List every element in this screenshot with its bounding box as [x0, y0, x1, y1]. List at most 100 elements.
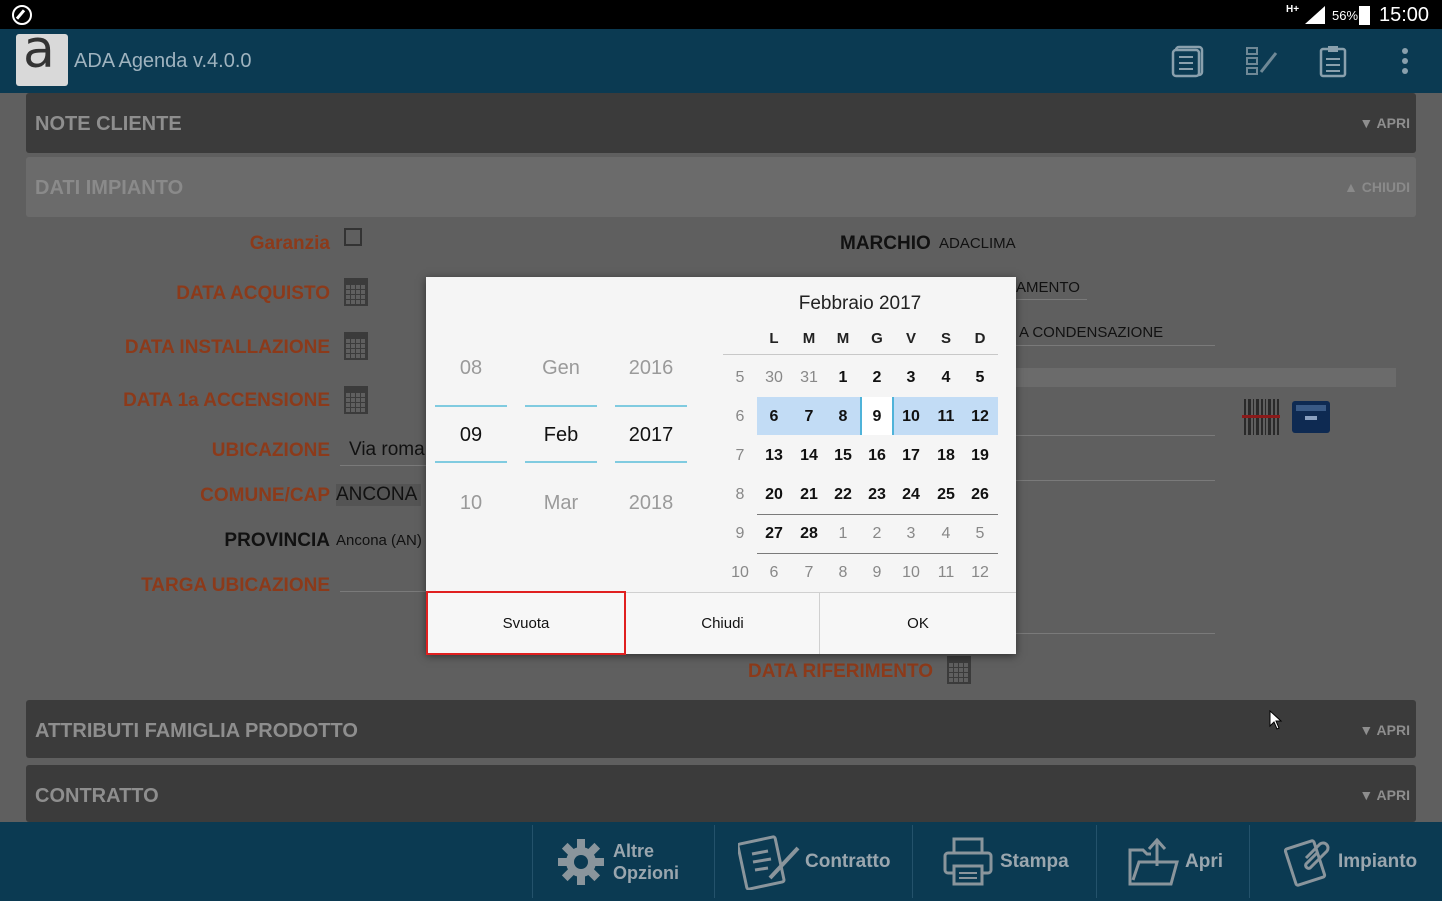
calendar-day[interactable]: 1	[826, 525, 860, 543]
calendar-day[interactable]: 3	[894, 369, 928, 387]
section-attributi[interactable]: ATTRIBUTI FAMIGLIA PRODOTTO ▼ APRI	[26, 700, 1416, 758]
ubicazione-input[interactable]: Via roma	[349, 439, 425, 461]
calendar-day[interactable]: 30	[757, 369, 791, 387]
calendar-day[interactable]: 4	[929, 525, 963, 543]
spinner-selected[interactable]: Feb	[524, 424, 598, 447]
section-contratto[interactable]: CONTRATTO ▼ APRI	[26, 765, 1416, 822]
calendar-day[interactable]: 22	[826, 486, 860, 504]
calendar-day[interactable]: 1	[826, 369, 860, 387]
calendar-day[interactable]: 5	[963, 525, 997, 543]
calendar-day[interactable]: 11	[929, 564, 963, 582]
paperclip-document-icon	[1284, 838, 1330, 887]
calendar-day[interactable]: 27	[757, 525, 791, 543]
calendar-day[interactable]: 6	[757, 564, 791, 582]
calendar-day[interactable]: 8	[826, 408, 860, 426]
calendar-day[interactable]: 17	[894, 447, 928, 465]
calendar-day[interactable]: 14	[792, 447, 826, 465]
calendar-day[interactable]: 24	[894, 486, 928, 504]
spinner-prev[interactable]: 08	[434, 357, 508, 380]
bottom-toolbar: Altre Opzioni Contratto Stampa Apri Impi…	[0, 822, 1442, 901]
status-bar: H+ 56% 15:00	[0, 0, 1442, 29]
weekday-label: M	[836, 330, 850, 347]
calendar-icon[interactable]	[344, 278, 368, 306]
input-underline	[1016, 435, 1215, 436]
calendar-day[interactable]: 9	[860, 408, 894, 426]
calendar-day[interactable]: 9	[860, 564, 894, 582]
section-toggle[interactable]: ▼ APRI	[1359, 115, 1410, 131]
toolbar-divider	[532, 825, 533, 898]
calendar-day[interactable]: 12	[963, 408, 997, 426]
calendar-day[interactable]: 12	[963, 564, 997, 582]
edit-list-icon[interactable]	[1245, 44, 1279, 78]
section-note-cliente[interactable]: NOTE CLIENTE ▼ APRI	[26, 93, 1416, 153]
barcode-icon[interactable]	[1242, 399, 1280, 435]
spinner-prev[interactable]: Gen	[524, 357, 598, 380]
calendar-day[interactable]: 13	[757, 447, 791, 465]
calendar-day[interactable]: 15	[826, 447, 860, 465]
calendar-day[interactable]: 16	[860, 447, 894, 465]
clear-button[interactable]: Svuota	[426, 591, 626, 655]
calendar-day[interactable]: 7	[792, 408, 826, 426]
section-toggle[interactable]: ▼ APRI	[1359, 787, 1410, 803]
weekday-label: M	[802, 330, 816, 347]
contratto-button[interactable]: Contratto	[738, 822, 890, 901]
calendar-icon[interactable]	[947, 656, 971, 684]
calendar-day[interactable]: 5	[963, 369, 997, 387]
calendar-day[interactable]: 4	[929, 369, 963, 387]
calendar-day[interactable]: 20	[757, 486, 791, 504]
calendar-day[interactable]: 11	[929, 408, 963, 426]
archive-box-icon[interactable]	[1291, 400, 1331, 434]
calendar-day[interactable]: 19	[963, 447, 997, 465]
close-button[interactable]: Chiudi	[626, 592, 819, 654]
section-title: ATTRIBUTI FAMIGLIA PRODOTTO	[35, 720, 358, 742]
calendar-day[interactable]: 2	[860, 525, 894, 543]
calendar-day[interactable]: 18	[929, 447, 963, 465]
data-accensione-label: DATA 1a ACCENSIONE	[123, 390, 330, 411]
garanzia-checkbox[interactable]	[344, 228, 362, 246]
apri-button[interactable]: Apri	[1127, 822, 1223, 901]
calendar-icon[interactable]	[344, 332, 368, 360]
calendar-day[interactable]: 10	[894, 564, 928, 582]
battery-percent: 56%	[1332, 8, 1359, 23]
clipboard-icon[interactable]	[1316, 44, 1350, 78]
ok-button[interactable]: OK	[820, 592, 1016, 654]
section-toggle[interactable]: ▲ CHIUDI	[1344, 179, 1410, 195]
section-toggle[interactable]: ▼ APRI	[1359, 722, 1410, 738]
battery-icon	[1359, 6, 1370, 25]
input-underline	[1016, 633, 1215, 634]
calendar-day[interactable]: 7	[792, 564, 826, 582]
spinner-next[interactable]: 2018	[614, 492, 688, 515]
calendar-week-row: 7 13 14 15 16 17 18 19	[723, 436, 998, 474]
calendar-day[interactable]: 31	[792, 369, 826, 387]
spinner-next[interactable]: Mar	[524, 492, 598, 515]
section-dati-impianto[interactable]: DATI IMPIANTO ▲ CHIUDI	[26, 157, 1416, 217]
data-riferimento-label: DATA RIFERIMENTO	[748, 661, 934, 682]
calendar-day[interactable]: 25	[929, 486, 963, 504]
ubicazione-label: UBICAZIONE	[211, 440, 330, 461]
calendar-day[interactable]: 28	[792, 525, 826, 543]
weekday-label: S	[940, 330, 951, 347]
spinner-next[interactable]: 10	[434, 492, 508, 515]
spinner-selected[interactable]: 09	[434, 424, 508, 447]
section-title: NOTE CLIENTE	[35, 113, 182, 135]
spinner-selected[interactable]: 2017	[614, 424, 688, 447]
calendar-day[interactable]: 26	[963, 486, 997, 504]
weekday-label: V	[905, 330, 916, 347]
calendar-day[interactable]: 6	[757, 408, 791, 426]
document-list-icon[interactable]	[1171, 44, 1205, 78]
spinner-prev[interactable]: 2016	[614, 357, 688, 380]
impianto-button[interactable]: Impianto	[1284, 822, 1417, 901]
comune-input[interactable]: ANCONA	[336, 484, 422, 506]
spinner-divider	[615, 461, 687, 463]
calendar-day[interactable]: 2	[860, 369, 894, 387]
week-number: 6	[735, 408, 745, 425]
calendar-day[interactable]: 10	[894, 408, 928, 426]
calendar-day[interactable]: 23	[860, 486, 894, 504]
altre-opzioni-button[interactable]: Altre Opzioni	[555, 822, 679, 901]
calendar-day[interactable]: 21	[792, 486, 826, 504]
overflow-menu-icon[interactable]	[1388, 44, 1422, 78]
calendar-day[interactable]: 8	[826, 564, 860, 582]
stampa-button[interactable]: Stampa	[942, 822, 1069, 901]
calendar-icon[interactable]	[344, 386, 368, 414]
calendar-day[interactable]: 3	[894, 525, 928, 543]
